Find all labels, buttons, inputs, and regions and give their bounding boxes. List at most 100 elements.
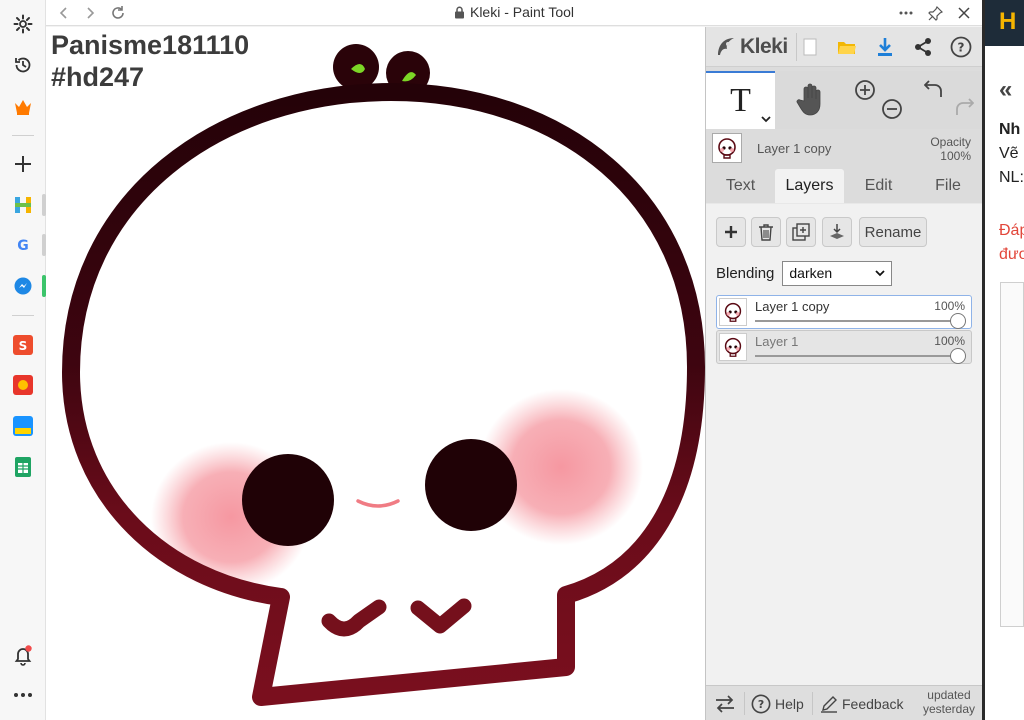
blending-select[interactable]: darken [782, 260, 893, 286]
window-titlebar: Kleki - Paint Tool [46, 0, 982, 26]
current-layer-info: Layer 1 copy Opacity 100% [706, 129, 983, 169]
kleki-logo[interactable]: Kleki [714, 33, 788, 61]
zoom-buttons [844, 71, 913, 129]
background-text: Vẽ [999, 145, 1019, 162]
layer-name: Layer 1 [755, 334, 799, 349]
open-folder-icon[interactable] [833, 33, 861, 61]
tab-layers[interactable]: Layers [775, 169, 844, 203]
swap-icon [716, 694, 734, 713]
help-button[interactable]: ? Help [751, 686, 804, 720]
layer-opacity: 100% [934, 299, 965, 313]
duplicate-icon [792, 223, 810, 241]
chevron-down-icon[interactable] [761, 116, 771, 123]
background-text: Đáp [999, 222, 1024, 239]
sheets-icon[interactable] [9, 453, 37, 481]
settings-icon[interactable] [9, 10, 37, 38]
tool-row: T [706, 71, 983, 129]
background-text: Nh [999, 121, 1021, 138]
opacity-label: Opacity [930, 135, 971, 149]
layer-opacity-slider-handle[interactable] [950, 313, 966, 329]
tiki-icon[interactable] [9, 412, 37, 440]
layer-opacity-track[interactable] [755, 320, 959, 322]
lazada-icon[interactable] [9, 371, 37, 399]
pin-icon[interactable] [925, 3, 945, 23]
hand-tool-button[interactable] [775, 71, 844, 129]
layer-name: Layer 1 copy [755, 299, 830, 314]
new-image-icon[interactable] [796, 33, 824, 61]
background-text: « [999, 76, 1013, 103]
redo-icon[interactable] [952, 97, 974, 117]
layers-panel: Rename Blending darken Layer 1 copy 100%… [706, 203, 983, 685]
blending-row: Blending darken [716, 260, 893, 286]
canvas-text-line-1: Panisme181110 [51, 30, 250, 60]
layer-row[interactable]: Layer 1 copy 100% [716, 295, 972, 329]
tab-text[interactable]: Text [706, 169, 775, 203]
zoom-in-icon[interactable] [854, 79, 876, 101]
help-label: Help [775, 695, 804, 712]
download-icon[interactable] [871, 33, 899, 61]
opacity-value: 100% [940, 149, 971, 163]
layer-opacity: 100% [934, 334, 965, 348]
background-page: H « Nh Vẽ NL: Đáp đươ [982, 0, 1024, 720]
tab-file[interactable]: File [913, 169, 983, 203]
crown-icon[interactable] [9, 93, 37, 121]
feedback-button[interactable]: Feedback [820, 686, 903, 720]
add-icon[interactable] [9, 150, 37, 178]
text-tool-icon: T [730, 82, 751, 119]
svg-text:?: ? [958, 41, 965, 55]
blending-label: Blending [716, 264, 775, 282]
hand-icon [796, 83, 820, 116]
delete-layer-button[interactable] [751, 217, 781, 247]
more-options-icon[interactable] [9, 681, 37, 709]
kleki-header: Kleki ? [706, 27, 983, 67]
kleki-logo-text: Kleki [740, 35, 788, 58]
history-icon[interactable] [9, 51, 37, 79]
canvas-text-layer: Panisme181110 #hd247 [51, 29, 249, 93]
shopee-icon[interactable]: S [9, 331, 37, 359]
feedback-label: Feedback [842, 695, 904, 712]
layer-opacity-track[interactable] [755, 355, 959, 357]
tab-edit[interactable]: Edit [844, 169, 913, 203]
chevron-down-icon [875, 269, 886, 276]
rename-layer-button[interactable]: Rename [859, 217, 927, 247]
drawing-artwork [62, 44, 705, 706]
kleki-logo-icon [718, 38, 734, 55]
undo-icon[interactable] [924, 79, 946, 99]
drawing-canvas[interactable]: Panisme181110 #hd247 [46, 27, 705, 720]
zoom-out-icon[interactable] [881, 98, 903, 120]
notification-bell-icon[interactable] [9, 641, 37, 669]
svg-text:G: G [17, 238, 29, 254]
layer-opacity-slider-handle[interactable] [950, 348, 966, 364]
canvas-text-line-2: #hd247 [51, 62, 145, 92]
undo-redo-buttons [913, 71, 983, 129]
layer-thumbnail [719, 333, 747, 361]
blending-value: darken [789, 265, 833, 281]
feedback-icon [821, 695, 837, 713]
lock-icon [454, 6, 465, 22]
add-layer-button[interactable] [716, 217, 746, 247]
browser-sidebar: G S [0, 0, 46, 720]
kleki-footer: ? Help Feedback updated yesterday [706, 685, 983, 720]
background-site-logo: H [985, 0, 1024, 46]
layer-row[interactable]: Layer 1 100% [716, 330, 972, 364]
duplicate-layer-button[interactable] [786, 217, 816, 247]
window-menu-icon[interactable] [896, 3, 916, 23]
close-window-icon[interactable] [954, 3, 974, 23]
updated-status: updated yesterday [922, 688, 975, 716]
messenger-icon[interactable] [9, 272, 37, 300]
merge-layer-button[interactable] [822, 217, 852, 247]
help-icon[interactable]: ? [947, 33, 975, 61]
background-text: NL: [999, 169, 1024, 186]
current-layer-opacity: Opacity 100% [930, 135, 971, 163]
svg-text:?: ? [758, 698, 764, 711]
text-tool-button[interactable]: T [706, 71, 775, 129]
background-text: đươ [999, 246, 1024, 263]
hocmai-app-icon[interactable] [9, 191, 37, 219]
current-layer-thumbnail [712, 133, 742, 163]
share-icon[interactable] [909, 33, 937, 61]
plus-icon [725, 226, 737, 238]
help-icon: ? [751, 694, 771, 713]
google-icon[interactable]: G [9, 231, 37, 259]
merge-down-icon [830, 224, 844, 239]
swap-side-button[interactable] [714, 686, 736, 720]
